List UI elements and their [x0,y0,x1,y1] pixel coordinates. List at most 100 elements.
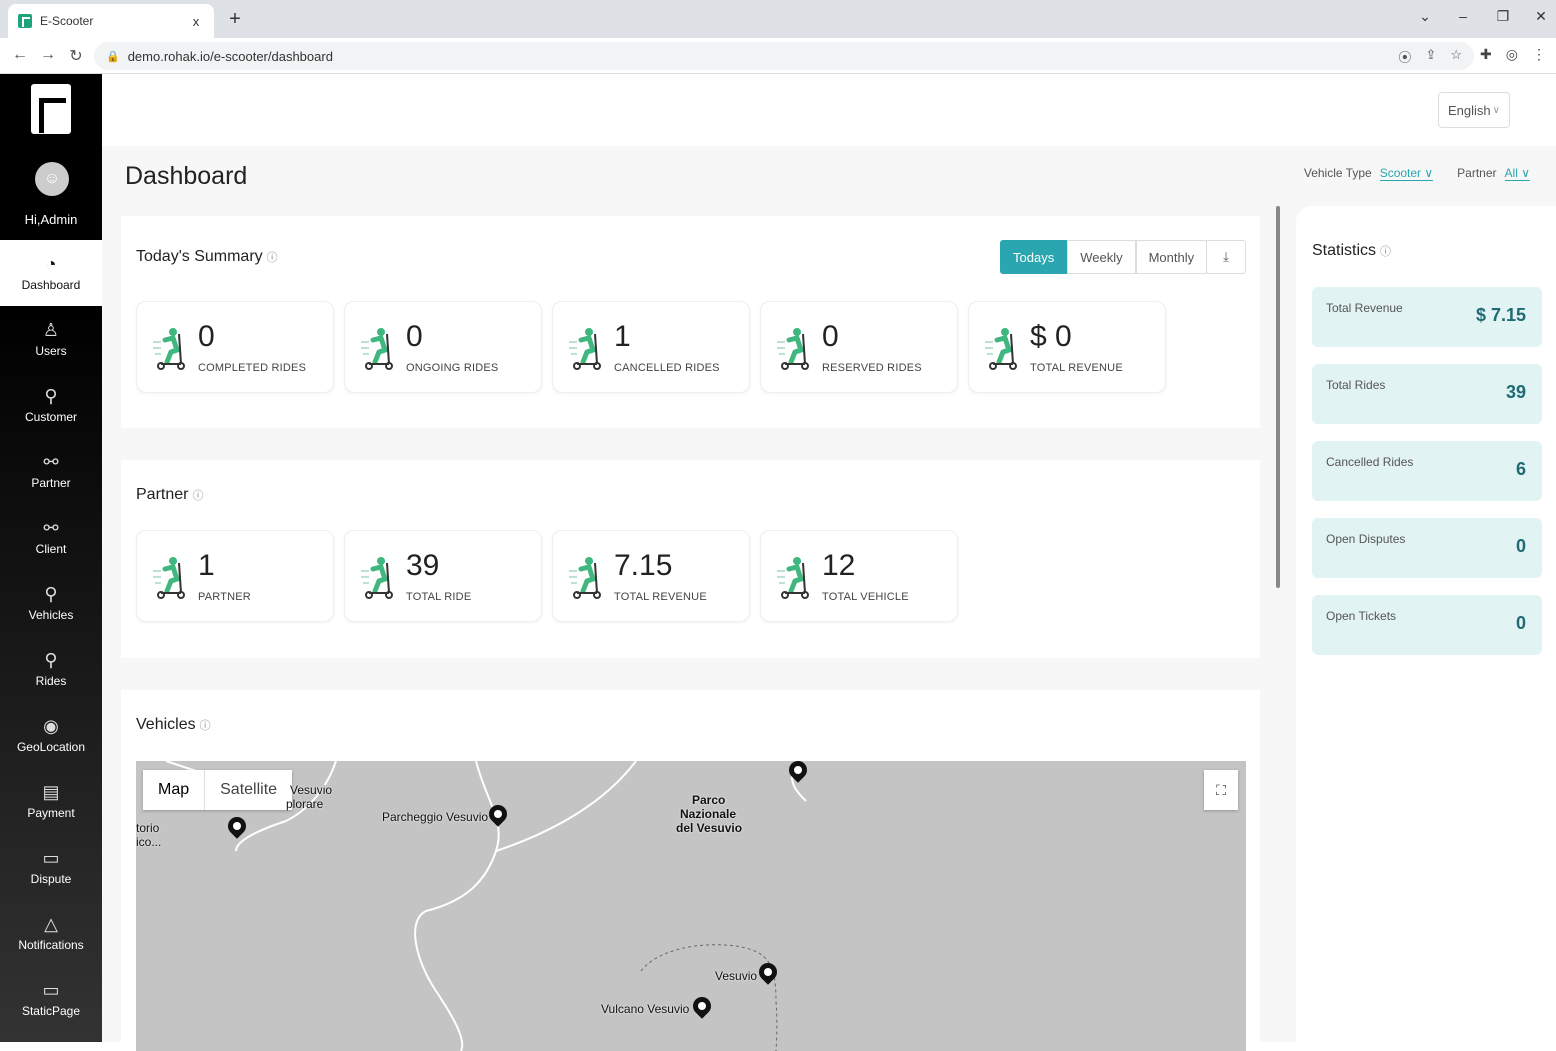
statistics-item: Total Rides 39 [1312,364,1542,424]
vehicles-card: Vehicles ⓘ Map Satellite ⛶ Vesuvio plorar… [121,690,1260,1051]
sidebar-item-vehicles[interactable]: ⚲ Vehicles [0,570,102,636]
vehicles-map[interactable]: Map Satellite ⛶ Vesuvio plorare torio ic… [136,761,1246,1051]
statistics-value: 6 [1515,459,1526,479]
stat-card: 39 TOTAL RIDE [344,530,542,622]
map-pin-icon: ◉ [43,716,59,736]
map-label: Parcheggio Vesuvio [382,810,489,824]
handshake-icon: ⚯ [43,452,59,472]
map-type-map[interactable]: Map [143,770,204,810]
page-title: Dashboard [125,162,248,190]
fullscreen-icon: ⛶ [1216,781,1226,798]
map-type-satellite[interactable]: Satellite [204,770,292,810]
scooter-rider-icon [569,557,601,599]
vehicles-title: Vehicles ⓘ [136,716,211,734]
partner-filter[interactable]: Partner All ∨ [1457,166,1530,181]
stat-label: CANCELLED RIDES [614,362,720,374]
minimize-icon[interactable]: – [1451,8,1475,24]
tab-close-button[interactable]: x [188,14,204,29]
sidebar-item-label: Dashboard [21,278,81,292]
statistics-value: 39 [1505,382,1526,402]
period-monthly-button[interactable]: Monthly [1135,240,1208,274]
bookmark-star-icon[interactable]: ☆ [1450,47,1462,66]
profile-icon[interactable]: ◎ [1506,46,1518,63]
tab-search-icon[interactable]: ⌄ [1413,8,1437,25]
map-label: Nazionale [680,807,737,821]
sidebar: ☺ Hi,Admin ◔ Dashboard ♙ Users ⚲ Customer ⚯ Par… [0,74,102,1042]
stat-value: 0 [406,320,423,353]
sidebar-item-dashboard[interactable]: ◔ Dashboard [0,240,102,306]
avatar[interactable]: ☺ [35,162,69,196]
sidebar-item-client[interactable]: ⚯ Client [0,504,102,570]
browser-menu-icon[interactable]: ⋮ [1532,46,1546,63]
sidebar-item-payment[interactable]: ▤ Payment [0,768,102,834]
period-toggle: Todays Weekly Monthly [1000,240,1208,274]
reload-icon[interactable]: ↻ [66,46,86,66]
sidebar-item-customer[interactable]: ⚲ Customer [0,372,102,438]
partner-title: Partner ⓘ [136,486,203,504]
scooter-rider-icon [777,557,809,599]
download-icon: ⤓ [1223,249,1229,264]
scooter-rider-icon [361,557,393,599]
summary-title: Today's Summary ⓘ [136,248,278,266]
fullscreen-button[interactable]: ⛶ [1204,770,1238,810]
vehicle-type-value: Scooter [1379,166,1422,180]
url-text: demo.rohak.io/e-scooter/dashboard [127,48,333,64]
info-icon[interactable]: ⓘ [1380,246,1391,258]
share-icon[interactable]: ⇪ [1425,47,1436,66]
lock-icon[interactable]: 🔒 [106,50,120,63]
partner-value: All [1504,166,1518,180]
app-logo[interactable] [31,84,71,134]
download-button[interactable]: ⤓ [1206,240,1246,274]
filters: Vehicle Type Scooter ∨ Partner All ∨ [1304,166,1530,181]
stat-value: 12 [822,549,856,582]
scooter-rider-icon [153,328,185,370]
browser-tab[interactable]: E-Scooter x [8,4,214,38]
scrollbar[interactable] [1276,206,1280,588]
sidebar-item-notifications[interactable]: △ Notifications [0,900,102,966]
top-header: English ∨ [102,74,1556,146]
period-weekly-button[interactable]: Weekly [1067,240,1136,274]
sidebar-item-label: Users [35,344,67,358]
map-label: ico... [136,835,162,849]
close-window-icon[interactable]: ✕ [1529,8,1553,25]
statistics-item: Total Revenue $ 7.15 [1312,287,1542,347]
new-tab-button[interactable]: + [224,8,246,30]
greeting: Hi,Admin [24,212,78,227]
info-icon[interactable]: ⓘ [192,490,203,502]
partner-select[interactable]: All ∨ [1504,166,1530,181]
sidebar-item-partner[interactable]: ⚯ Partner [0,438,102,504]
favicon-icon [18,14,32,28]
sidebar-item-label: Dispute [30,872,72,886]
stat-value: $ 0 [1030,320,1072,353]
map-label: plorare [286,797,324,811]
back-icon[interactable]: ← [10,46,30,64]
info-icon[interactable]: ⓘ [200,720,211,732]
sidebar-item-geolocation[interactable]: ◉ GeoLocation [0,702,102,768]
vehicle-type-select[interactable]: Scooter ∨ [1379,166,1434,181]
sidebar-item-rides[interactable]: ⚲ Rides [0,636,102,702]
stat-label: TOTAL REVENUE [614,591,707,603]
stat-label: TOTAL VEHICLE [822,591,909,603]
sidebar-item-label: Client [35,542,67,556]
language-select[interactable]: English ∨ [1438,92,1510,128]
restore-icon[interactable]: ❐ [1491,8,1515,25]
sidebar-item-label: Vehicles [28,608,74,622]
url-field[interactable]: 🔒 demo.rohak.io/e-scooter/dashboard ⦿ ⇪ … [94,42,1474,70]
extensions-icon[interactable]: ✚ [1480,46,1492,63]
stat-label: COMPLETED RIDES [198,362,307,374]
stat-label: TOTAL RIDE [406,591,472,603]
sidebar-item-label: Payment [27,806,75,820]
stat-card: 0 RESERVED RIDES [760,301,958,393]
sidebar-item-users[interactable]: ♙ Users [0,306,102,372]
browser-tab-bar: E-Scooter x + ⌄ – ❐ ✕ [0,0,1556,38]
vehicle-type-filter[interactable]: Vehicle Type Scooter ∨ [1304,166,1434,181]
forward-icon[interactable]: → [38,46,58,64]
stat-value: 1 [198,549,215,582]
sidebar-item-dispute[interactable]: ▭ Dispute [0,834,102,900]
statistics-value: 0 [1515,536,1526,556]
location-blocked-icon[interactable]: ⦿ [1398,47,1411,66]
period-todays-button[interactable]: Todays [1000,240,1068,274]
statistics-label: Total Rides [1326,378,1386,392]
sidebar-item-staticpage[interactable]: ▭ StaticPage [0,966,102,1032]
info-icon[interactable]: ⓘ [267,252,278,264]
